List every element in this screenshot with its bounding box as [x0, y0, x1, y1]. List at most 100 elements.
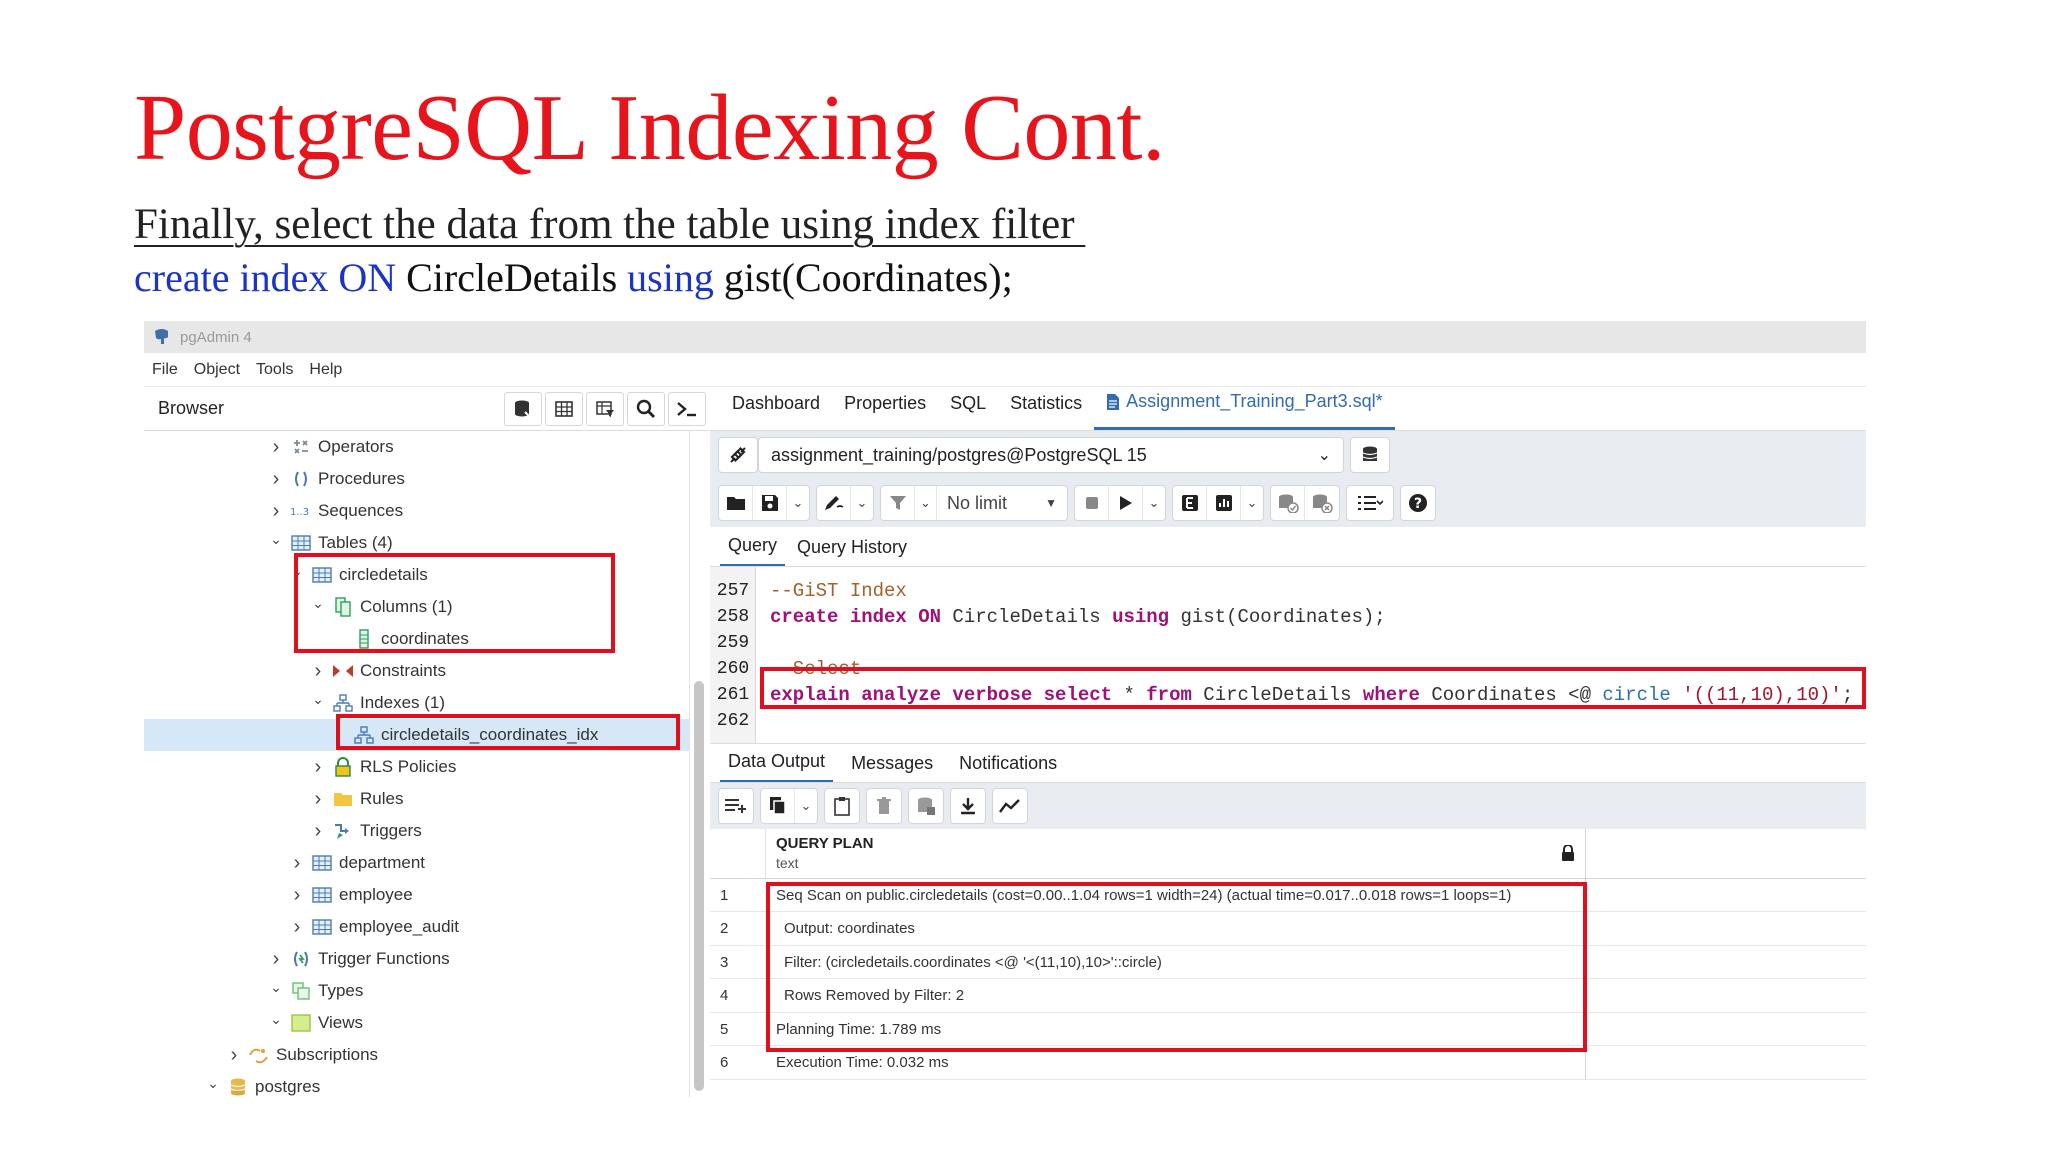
open-file-button[interactable] — [719, 486, 753, 520]
rollback-button[interactable] — [1305, 486, 1339, 520]
table-row[interactable]: 1 Seq Scan on public.circledetails (cost=… — [710, 878, 1866, 912]
chevron-right-icon[interactable]: › — [310, 788, 326, 811]
chevron-right-icon[interactable]: › — [268, 500, 284, 523]
tree-item-subscriptions[interactable]: › Subscriptions — [144, 1039, 689, 1071]
chevron-down-icon[interactable]: ⌄ — [310, 691, 326, 708]
tab-query-history[interactable]: Query History — [789, 537, 915, 566]
delete-button[interactable] — [867, 789, 901, 823]
chevron-right-icon[interactable]: › — [310, 660, 326, 683]
edit-dropdown[interactable]: ⌄ — [851, 486, 873, 520]
chevron-down-icon[interactable]: ⌄ — [205, 1075, 221, 1092]
query-plan-cell[interactable]: Rows Removed by Filter: 2 — [766, 979, 1586, 1012]
edit-button[interactable] — [817, 486, 851, 520]
query-tool-button[interactable] — [504, 391, 542, 426]
tree-item-employee-audit[interactable]: › employee_audit — [144, 911, 689, 943]
query-plan-cell[interactable]: Seq Scan on public.circledetails (cost=0… — [766, 878, 1586, 912]
graph-button[interactable] — [993, 789, 1027, 823]
tree-item-rules[interactable]: › Rules — [144, 783, 689, 815]
tree-item-indexes-1[interactable]: ⌄ Indexes (1) — [144, 687, 689, 719]
menu-file[interactable]: File — [152, 361, 178, 379]
query-plan-cell[interactable]: Filter: (circledetails.coordinates <@ '<… — [766, 945, 1586, 979]
stop-button[interactable] — [1075, 486, 1109, 520]
tree-item-triggers[interactable]: › Triggers — [144, 815, 689, 847]
chevron-right-icon[interactable]: › — [310, 820, 326, 843]
table-row[interactable]: 2 Output: coordinates — [710, 912, 1866, 946]
tree-scrollbar-thumb[interactable] — [694, 681, 704, 1091]
filter-rows-button[interactable] — [586, 391, 624, 426]
code-line[interactable]: 258 create index ON CircleDetails using g… — [710, 603, 1866, 630]
code-line[interactable]: 262 — [710, 707, 1866, 734]
menu-help[interactable]: Help — [309, 361, 342, 379]
chevron-right-icon[interactable]: › — [289, 884, 305, 907]
table-row[interactable]: 4 Rows Removed by Filter: 2 — [710, 979, 1866, 1013]
code-line[interactable]: 257 --GiST Index — [710, 577, 1866, 604]
sql-editor[interactable]: 257 --GiST Index 258 create index ON Circle… — [710, 567, 1866, 743]
tab-dashboard[interactable]: Dashboard — [720, 386, 832, 430]
save-dropdown[interactable]: ⌄ — [787, 486, 809, 520]
tree-item-views[interactable]: ⌄ Views — [144, 1007, 689, 1039]
search-button[interactable] — [627, 391, 665, 426]
tree-item-types[interactable]: ⌄ Types — [144, 975, 689, 1007]
table-row[interactable]: 3 Filter: (circledetails.coordinates <@ '… — [710, 945, 1866, 979]
code-line[interactable]: 259 — [710, 629, 1866, 656]
chevron-right-icon[interactable]: › — [268, 436, 284, 459]
tree-item-coordinates[interactable]: coordinates — [144, 623, 689, 655]
chevron-down-icon[interactable]: ⌄ — [289, 563, 305, 580]
tree-item-sequences[interactable]: › 1..3 Sequences — [144, 495, 689, 527]
chevron-down-icon[interactable]: ⌄ — [268, 531, 284, 548]
explain-button[interactable] — [1173, 486, 1207, 520]
query-plan-cell[interactable]: Planning Time: 1.789 ms — [766, 1012, 1586, 1046]
table-row[interactable]: 6 Execution Time: 0.032 ms — [710, 1046, 1866, 1080]
commit-button[interactable] — [1271, 486, 1305, 520]
chevron-right-icon[interactable]: › — [226, 1044, 242, 1067]
tree-item-trigger-functions[interactable]: › Trigger Functions — [144, 943, 689, 975]
tree-scrollbar[interactable] — [689, 431, 709, 1097]
chevron-down-icon[interactable]: ⌄ — [268, 979, 284, 996]
chevron-down-icon[interactable]: ⌄ — [268, 1011, 284, 1028]
menu-object[interactable]: Object — [194, 361, 240, 379]
tree-item-department[interactable]: › department — [144, 847, 689, 879]
chevron-right-icon[interactable]: › — [268, 468, 284, 491]
execute-dropdown[interactable]: ⌄ — [1143, 486, 1165, 520]
add-row-button[interactable] — [719, 789, 753, 823]
column-header-query-plan[interactable]: QUERY PLAN text — [766, 829, 1586, 879]
download-button[interactable] — [951, 789, 985, 823]
filter-button[interactable] — [881, 486, 915, 520]
tab-notifications[interactable]: Notifications — [951, 753, 1065, 782]
tree-item-columns-1[interactable]: ⌄ Columns (1) — [144, 591, 689, 623]
explain-dropdown[interactable]: ⌄ — [1241, 486, 1263, 520]
row-limit-select[interactable]: No limit ▼ — [937, 486, 1067, 520]
tree-item-circledetails[interactable]: ⌄ circledetails — [144, 559, 689, 591]
psql-tool-button[interactable] — [668, 391, 706, 426]
tree-item-rls-policies[interactable]: › RLS Policies — [144, 751, 689, 783]
chevron-right-icon[interactable]: › — [268, 948, 284, 971]
tab-query[interactable]: Query — [720, 535, 786, 566]
copy-dropdown[interactable]: ⌄ — [795, 789, 817, 823]
explain-analyze-button[interactable] — [1207, 486, 1241, 520]
tree-item-procedures[interactable]: › Procedures — [144, 463, 689, 495]
tab-sql[interactable]: SQL — [938, 386, 998, 430]
menu-tools[interactable]: Tools — [256, 361, 293, 379]
chevron-right-icon[interactable]: › — [289, 916, 305, 939]
copy-button[interactable] — [761, 789, 795, 823]
tab-data-output[interactable]: Data Output — [720, 751, 834, 782]
save-data-button[interactable] — [909, 789, 943, 823]
tree-item-circledetails-coordinates-idx[interactable]: circledetails_coordinates_idx — [144, 719, 689, 751]
chevron-down-icon[interactable]: ⌄ — [310, 595, 326, 612]
code-line[interactable]: 260 --Select — [710, 655, 1866, 682]
tab-messages[interactable]: Messages — [843, 753, 941, 782]
connection-status-button[interactable] — [718, 437, 758, 473]
view-data-button[interactable] — [545, 391, 583, 426]
execute-button[interactable] — [1109, 486, 1143, 520]
tree-item-tables-4[interactable]: ⌄ Tables (4) — [144, 527, 689, 559]
query-plan-cell[interactable]: Execution Time: 0.032 ms — [766, 1046, 1586, 1079]
query-plan-cell[interactable]: Output: coordinates — [766, 912, 1586, 945]
tree-item-operators[interactable]: › Operators — [144, 431, 689, 463]
help-button[interactable]: ? — [1401, 486, 1435, 520]
tab-statistics[interactable]: Statistics — [998, 386, 1094, 430]
tree-item-employee[interactable]: › employee — [144, 879, 689, 911]
tab-query-file[interactable]: Assignment_Training_Part3.sql* — [1094, 386, 1395, 430]
save-button[interactable] — [753, 486, 787, 520]
macros-button[interactable] — [1347, 486, 1393, 520]
tree-item-constraints[interactable]: › Constraints — [144, 655, 689, 687]
